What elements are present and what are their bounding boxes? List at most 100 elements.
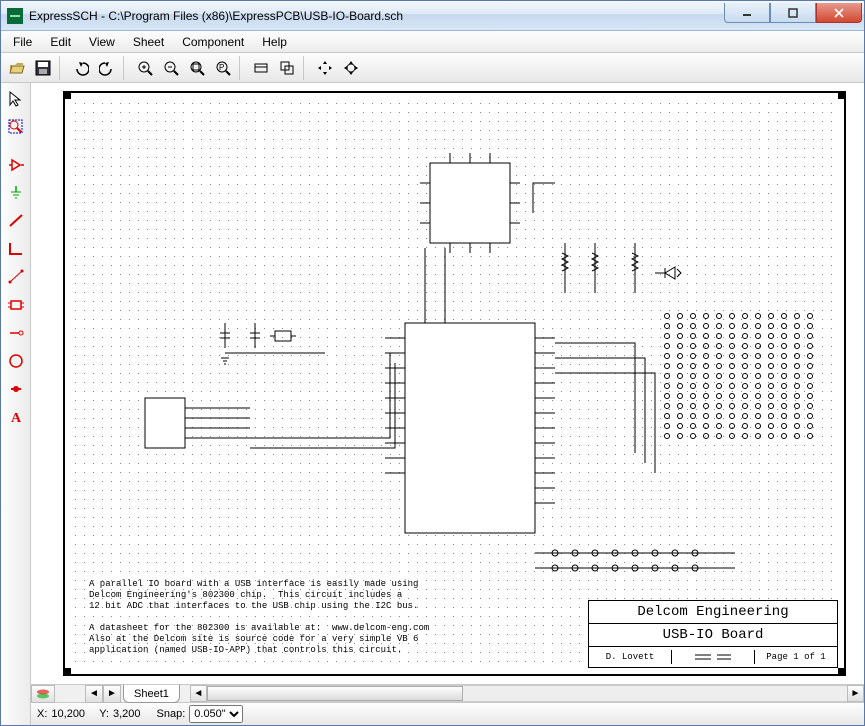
sheet-tab-nav: ◄ ► (85, 685, 121, 702)
proto-pad (781, 323, 787, 329)
layers-button[interactable] (31, 685, 55, 703)
horizontal-scrollbar[interactable]: ◄ ► (190, 685, 864, 702)
pin-tool[interactable] (4, 321, 28, 345)
pin-icon (7, 324, 25, 342)
close-icon (834, 8, 844, 18)
line-tool[interactable] (4, 265, 28, 289)
pan-rot-button[interactable] (339, 56, 363, 80)
tab-next-button[interactable]: ► (103, 685, 121, 703)
wire-icon (7, 212, 25, 230)
proto-pad (807, 403, 813, 409)
save-button[interactable] (31, 56, 55, 80)
gate-tool[interactable] (4, 153, 28, 177)
proto-pad (755, 363, 761, 369)
proto-pad (664, 313, 670, 319)
proto-pad (781, 353, 787, 359)
ground-tool[interactable] (4, 181, 28, 205)
pan-button[interactable] (313, 56, 337, 80)
tab-prev-button[interactable]: ◄ (85, 685, 103, 703)
proto-pad (729, 413, 735, 419)
zoom-fit-button[interactable] (185, 56, 209, 80)
proto-pad (690, 353, 696, 359)
proto-pad (716, 353, 722, 359)
corner-icon (7, 240, 25, 258)
zoom-area-tool[interactable] (4, 115, 28, 139)
proto-pad (664, 333, 670, 339)
circle-tool[interactable] (4, 349, 28, 373)
proto-pad (794, 433, 800, 439)
proto-pad (690, 423, 696, 429)
proto-pad (742, 313, 748, 319)
scroll-left-button[interactable]: ◄ (190, 685, 207, 702)
undo-button[interactable] (69, 56, 93, 80)
proto-pad (742, 383, 748, 389)
net-icon (7, 380, 25, 398)
proto-area (664, 313, 814, 503)
proto-pad (729, 323, 735, 329)
zoom-prev-button[interactable]: P (211, 56, 235, 80)
title-bar: ExpressSCH - C:\Program Files (x86)\Expr… (1, 1, 864, 31)
proto-pad (742, 343, 748, 349)
select-tool[interactable] (4, 87, 28, 111)
menu-help[interactable]: Help (254, 33, 295, 51)
proto-pad (807, 423, 813, 429)
proto-pad (703, 323, 709, 329)
side-toolbar: A (1, 83, 31, 725)
proto-pad (664, 353, 670, 359)
titleblock-author: D. Lovett (589, 650, 672, 664)
proto-pad (794, 373, 800, 379)
proto-pad (716, 403, 722, 409)
component-tool[interactable] (4, 293, 28, 317)
schematic-canvas[interactable]: A parallel IO board with a USB interface… (31, 83, 864, 685)
pan-rot-icon (343, 60, 359, 76)
proto-pad (690, 333, 696, 339)
svg-text:P: P (219, 63, 224, 72)
menu-view[interactable]: View (81, 33, 123, 51)
link-button[interactable] (275, 56, 299, 80)
maximize-button[interactable] (770, 3, 816, 23)
select-icon (7, 90, 25, 108)
zoom-out-button[interactable] (159, 56, 183, 80)
proto-pad (742, 353, 748, 359)
menu-bar: File Edit View Sheet Component Help (1, 31, 864, 53)
scroll-track[interactable] (207, 685, 847, 702)
sheet-tab[interactable]: Sheet1 (123, 685, 180, 703)
proto-pad (716, 413, 722, 419)
x-label: X: (37, 708, 47, 720)
proto-pad (742, 323, 748, 329)
corner-tool[interactable] (4, 237, 28, 261)
wire-tool[interactable] (4, 209, 28, 233)
open-button[interactable] (5, 56, 29, 80)
content-area: A parallel IO board with a USB interface… (31, 83, 864, 725)
proto-pad (768, 363, 774, 369)
proto-pad (768, 393, 774, 399)
zoom-in-button[interactable] (133, 56, 157, 80)
titleblock-project: USB-IO Board (589, 624, 837, 647)
net-tool[interactable] (4, 377, 28, 401)
proto-pad (768, 403, 774, 409)
menu-file[interactable]: File (5, 33, 40, 51)
minimize-button[interactable] (724, 3, 770, 23)
proto-pad (755, 413, 761, 419)
tab-scroll-row: ◄ ► Sheet1 ◄ ► (31, 685, 864, 703)
text-tool[interactable]: A (4, 405, 28, 429)
options-button[interactable] (249, 56, 273, 80)
proto-pad (742, 333, 748, 339)
scroll-thumb[interactable] (207, 686, 463, 701)
snap-select[interactable]: 0.050" (189, 705, 243, 723)
redo-button[interactable] (95, 56, 119, 80)
proto-pad (807, 433, 813, 439)
proto-pad (664, 423, 670, 429)
x-value: 10,200 (51, 708, 85, 720)
menu-edit[interactable]: Edit (42, 33, 79, 51)
proto-pad (703, 363, 709, 369)
ground-icon (7, 184, 25, 202)
proto-pad (729, 433, 735, 439)
scroll-right-button[interactable]: ► (847, 685, 864, 702)
proto-pad (768, 353, 774, 359)
snap-label: Snap: (157, 708, 186, 720)
menu-component[interactable]: Component (174, 33, 252, 51)
proto-pad (794, 363, 800, 369)
menu-sheet[interactable]: Sheet (125, 33, 172, 51)
close-button[interactable] (816, 3, 862, 23)
